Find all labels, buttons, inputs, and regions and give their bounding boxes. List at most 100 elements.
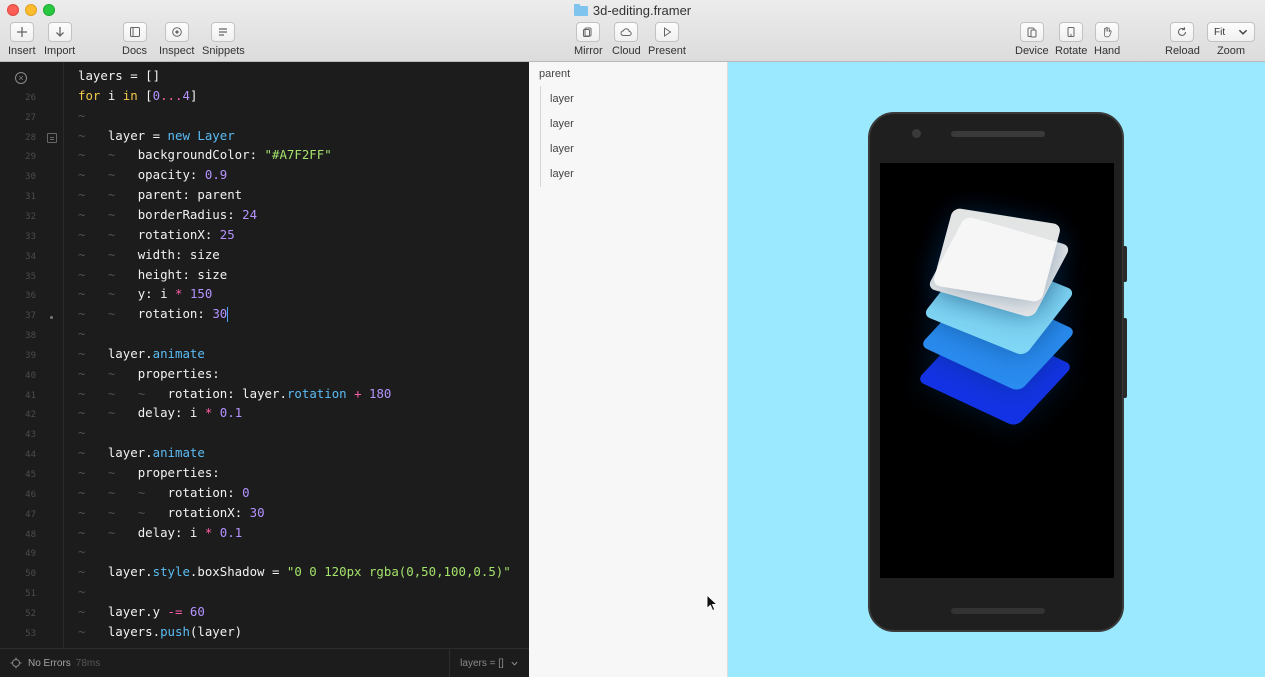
code-line[interactable]: ~ layer.animate bbox=[78, 443, 205, 463]
reload-button[interactable]: Reload bbox=[1165, 22, 1200, 57]
layer-item[interactable]: layer bbox=[550, 93, 574, 105]
folder-icon bbox=[573, 3, 588, 16]
line-number: 40 bbox=[25, 370, 36, 381]
code-line[interactable]: ~ bbox=[78, 106, 85, 126]
phone-speaker bbox=[951, 131, 1045, 137]
line-number: 42 bbox=[25, 410, 36, 421]
close-error-icon[interactable]: × bbox=[15, 72, 27, 84]
code-line[interactable]: ~ ~ borderRadius: 24 bbox=[78, 205, 257, 225]
phone-power-button bbox=[1123, 318, 1127, 398]
line-number: 52 bbox=[25, 608, 36, 619]
line-number: 32 bbox=[25, 211, 36, 222]
line-gutter: × 26 27 28 29 30 31 32 33 34 35 36 37 38 39 40 41 42 43 44… bbox=[0, 62, 64, 648]
code-line[interactable]: ~ ~ ~ rotation: 0 bbox=[78, 483, 250, 503]
line-number: 38 bbox=[25, 331, 36, 342]
fold-icon[interactable] bbox=[47, 133, 57, 143]
line-number: 37 bbox=[25, 311, 36, 322]
code-line[interactable]: ~ layer.animate bbox=[78, 344, 205, 364]
code-line[interactable]: layers = [] bbox=[78, 66, 160, 86]
line-number: 28 bbox=[25, 132, 36, 143]
cloud-icon bbox=[614, 22, 639, 42]
line-number: 26 bbox=[25, 92, 36, 103]
code-line[interactable]: ~ ~ rotationX: 25 bbox=[78, 225, 235, 245]
mouse-cursor-icon bbox=[706, 594, 718, 612]
layers-panel: parent layer layer layer layer bbox=[529, 62, 728, 677]
layer-item[interactable]: layer bbox=[550, 143, 574, 155]
rotate-button[interactable]: Rotate bbox=[1055, 22, 1087, 57]
error-status: No Errors bbox=[28, 657, 71, 669]
code-line[interactable]: ~ ~ rotation: 30 bbox=[78, 304, 229, 324]
hand-icon bbox=[1095, 22, 1120, 42]
layer-item[interactable]: layer bbox=[550, 118, 574, 130]
line-number: 27 bbox=[25, 112, 36, 123]
cloud-button[interactable]: Cloud bbox=[612, 22, 641, 57]
line-number: 34 bbox=[25, 251, 36, 262]
code-line[interactable]: ~ ~ opacity: 0.9 bbox=[78, 165, 227, 185]
code-line[interactable]: ~ ~ parent: parent bbox=[78, 185, 242, 205]
layer-item-parent[interactable]: parent bbox=[539, 68, 570, 80]
layer-card bbox=[932, 207, 1062, 303]
hand-button[interactable]: Hand bbox=[1094, 22, 1120, 57]
chevron-down-icon bbox=[511, 661, 518, 666]
line-number: 33 bbox=[25, 231, 36, 242]
line-number: 29 bbox=[25, 152, 36, 163]
code-line[interactable]: ~ layer.y -= 60 bbox=[78, 602, 205, 622]
code-line[interactable]: ~ bbox=[78, 542, 85, 562]
code-line[interactable]: ~ ~ width: size bbox=[78, 245, 220, 265]
zoom-control[interactable]: Fit Zoom bbox=[1207, 22, 1255, 57]
code-line[interactable]: ~ ~ backgroundColor: "#A7F2FF" bbox=[78, 145, 332, 165]
line-number: 35 bbox=[25, 271, 36, 282]
line-number: 31 bbox=[25, 192, 36, 203]
symbol-select[interactable]: layers = [] bbox=[449, 648, 529, 677]
code-line[interactable]: ~ ~ height: size bbox=[78, 265, 227, 285]
docs-icon bbox=[122, 22, 147, 42]
line-number: 48 bbox=[25, 529, 36, 540]
inspect-target-icon bbox=[164, 22, 189, 42]
phone-frame bbox=[868, 112, 1127, 632]
code-line[interactable]: ~ bbox=[78, 423, 85, 443]
code-line[interactable]: ~ bbox=[78, 582, 85, 602]
zoom-select[interactable]: Fit bbox=[1207, 22, 1255, 42]
line-number: 50 bbox=[25, 569, 36, 580]
line-number: 53 bbox=[25, 628, 36, 639]
line-number: 46 bbox=[25, 489, 36, 500]
inspect-button[interactable]: Inspect bbox=[159, 22, 194, 57]
mirror-icon bbox=[576, 22, 601, 42]
code-line[interactable]: ~ ~ delay: i * 0.1 bbox=[78, 403, 242, 423]
code-line[interactable]: ~ ~ ~ rotation: layer.rotation + 180 bbox=[78, 384, 391, 404]
phone-volume-button bbox=[1123, 246, 1127, 282]
insert-button[interactable]: Insert bbox=[8, 22, 36, 57]
mirror-button[interactable]: Mirror bbox=[574, 22, 603, 57]
camera-icon bbox=[912, 129, 921, 138]
reload-icon bbox=[1170, 22, 1195, 42]
code-line[interactable]: ~ layer.style.boxShadow = "0 0 120px rgb… bbox=[78, 562, 511, 582]
code-line[interactable]: for i in [0...4] bbox=[78, 86, 197, 106]
breakpoint-dot-icon bbox=[50, 316, 53, 319]
snippets-button[interactable]: Snippets bbox=[202, 22, 245, 57]
line-number: 51 bbox=[25, 589, 36, 600]
docs-button[interactable]: Docs bbox=[122, 22, 147, 57]
toolbar: 3d-editing.framer Insert Import Docs Ins… bbox=[0, 0, 1265, 62]
code-line[interactable]: ~ ~ delay: i * 0.1 bbox=[78, 523, 242, 543]
code-line[interactable]: ~ ~ properties: bbox=[78, 364, 220, 384]
present-button[interactable]: Present bbox=[648, 22, 686, 57]
code-editor[interactable]: × 26 27 28 29 30 31 32 33 34 35 36 37 38 39 40 41 42 43 44… bbox=[0, 62, 529, 648]
target-icon[interactable] bbox=[10, 657, 22, 669]
window-title: 3d-editing.framer bbox=[0, 3, 1265, 18]
layer-item[interactable]: layer bbox=[550, 168, 574, 180]
code-line[interactable]: ~ ~ properties: bbox=[78, 463, 220, 483]
code-line[interactable]: ~ layer = new Layer bbox=[78, 126, 235, 146]
code-line[interactable]: ~ bbox=[78, 324, 85, 344]
status-bar: No Errors 78ms layers = [] bbox=[0, 648, 529, 677]
device-preview[interactable] bbox=[728, 62, 1265, 677]
phone-screen[interactable] bbox=[880, 163, 1114, 578]
import-button[interactable]: Import bbox=[44, 22, 75, 57]
code-line[interactable]: ~ layers.push(layer) bbox=[78, 622, 242, 642]
device-button[interactable]: Device bbox=[1015, 22, 1049, 57]
code-line[interactable]: ~ ~ y: i * 150 bbox=[78, 284, 212, 304]
line-number: 44 bbox=[25, 450, 36, 461]
line-number: 41 bbox=[25, 390, 36, 401]
line-number: 47 bbox=[25, 509, 36, 520]
code-line[interactable]: ~ ~ ~ rotationX: 30 bbox=[78, 503, 265, 523]
line-number: 49 bbox=[25, 549, 36, 560]
